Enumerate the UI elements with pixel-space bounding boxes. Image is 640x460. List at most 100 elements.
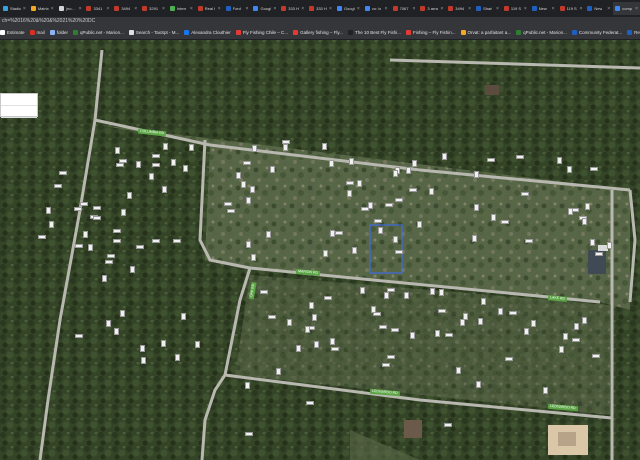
browser-tab[interactable]: 333 H ×: [279, 2, 306, 15]
browser-tab[interactable]: Stadiu ×: [1, 2, 28, 15]
browser-tab[interactable]: Interr ×: [168, 2, 195, 15]
parcel-number-tag[interactable]: [245, 381, 251, 389]
bookmark-item[interactable]: qPublic.net - Marion...: [516, 30, 567, 35]
close-tab-icon[interactable]: ×: [106, 6, 109, 12]
parcel-number-tag[interactable]: [112, 228, 121, 233]
parcel-number-tag[interactable]: [386, 355, 395, 360]
close-tab-icon[interactable]: ×: [246, 6, 249, 12]
bookmark-item[interactable]: RealForeclose - Mari...: [627, 30, 640, 35]
parcel-number-tag[interactable]: [444, 333, 453, 338]
bookmark-item[interactable]: Fishing – Fly Fishin...: [406, 30, 456, 35]
parcel-number-tag[interactable]: [595, 251, 604, 256]
parcel-number-tag[interactable]: [74, 207, 83, 212]
bookmark-item[interactable]: Community Federat...: [571, 30, 622, 35]
parcel-number-tag[interactable]: [572, 337, 581, 342]
parcel-number-tag[interactable]: [382, 363, 391, 368]
parcel-number-tag[interactable]: [351, 246, 357, 254]
bookmark-item[interactable]: The 10 Best Fly Fishi...: [348, 30, 401, 35]
parcel-number-tag[interactable]: [416, 220, 422, 228]
parcel-number-tag[interactable]: [135, 245, 144, 250]
parcel-number-tag[interactable]: [114, 146, 120, 154]
parcel-number-tag[interactable]: [490, 214, 496, 222]
parcel-number-tag[interactable]: [523, 327, 529, 335]
parcel-number-tag[interactable]: [314, 340, 320, 348]
parcel-number-tag[interactable]: [48, 221, 54, 229]
parcel-number-tag[interactable]: [244, 432, 253, 437]
browser-tab[interactable]: 3494 ×: [112, 2, 139, 15]
browser-tab[interactable]: 3494 ×: [446, 2, 473, 15]
parcel-number-tag[interactable]: [455, 367, 461, 374]
parcel-number-tag[interactable]: [93, 215, 102, 220]
parcel-number-tag[interactable]: [374, 218, 383, 223]
parcel-number-tag[interactable]: [119, 158, 128, 163]
bookmark-item[interactable]: Orvat: a parfaitant a...: [460, 30, 511, 35]
parcel-number-tag[interactable]: [501, 220, 510, 225]
browser-tab[interactable]: Matrix ×: [29, 2, 56, 15]
bookmark-item[interactable]: mail: [29, 30, 45, 35]
parcel-number-tag[interactable]: [585, 202, 591, 210]
parcel-number-tag[interactable]: [405, 167, 411, 175]
close-tab-icon[interactable]: ×: [385, 6, 388, 12]
parcel-number-tag[interactable]: [119, 310, 125, 318]
parcel-number-tag[interactable]: [404, 292, 410, 300]
parcel-number-tag[interactable]: [149, 172, 155, 180]
parcel-number-tag[interactable]: [151, 239, 160, 244]
parcel-number-tag[interactable]: [475, 380, 481, 388]
browser-tab[interactable]: 119 S ×: [502, 2, 529, 15]
parcel-number-tag[interactable]: [195, 341, 201, 349]
browser-tab[interactable]: Googl ×: [251, 2, 278, 15]
parcel-number-tag[interactable]: [412, 160, 418, 168]
parcel-number-tag[interactable]: [259, 290, 268, 295]
parcel-number-tag[interactable]: [151, 154, 160, 159]
parcel-number-tag[interactable]: [394, 249, 403, 254]
bookmark-item[interactable]: Estimate: [0, 30, 25, 35]
parcel-number-tag[interactable]: [442, 153, 448, 161]
close-tab-icon[interactable]: ×: [496, 6, 499, 12]
parcel-number-tag[interactable]: [330, 338, 336, 346]
close-tab-icon[interactable]: ×: [218, 6, 221, 12]
parcel-number-tag[interactable]: [521, 191, 530, 196]
close-tab-icon[interactable]: ×: [357, 6, 360, 12]
parcel-number-tag[interactable]: [567, 166, 573, 174]
parcel-number-tag[interactable]: [242, 161, 251, 166]
parcel-number-tag[interactable]: [152, 162, 161, 167]
parcel-number-tag[interactable]: [304, 326, 310, 334]
parcel-number-tag[interactable]: [384, 292, 390, 300]
parcel-number-tag[interactable]: [53, 184, 62, 189]
address-bar[interactable]: ch=%2016%20&%20&%2021%20%20DC: [0, 17, 640, 26]
parcel-number-tag[interactable]: [472, 235, 478, 243]
parcel-number-tag[interactable]: [328, 159, 334, 167]
parcel-number-tag[interactable]: [384, 203, 393, 208]
parcel-number-tag[interactable]: [348, 157, 354, 165]
parcel-number-tag[interactable]: [606, 241, 612, 249]
parcel-number-tag[interactable]: [249, 186, 255, 194]
parcel-number-tag[interactable]: [386, 287, 395, 292]
parcel-number-tag[interactable]: [370, 306, 376, 314]
parcel-number-tag[interactable]: [58, 171, 67, 176]
close-tab-icon[interactable]: ×: [23, 6, 26, 12]
parcel-number-tag[interactable]: [79, 201, 88, 206]
parcel-number-tag[interactable]: [562, 333, 568, 341]
parcel-number-tag[interactable]: [312, 314, 318, 322]
parcel-number-tag[interactable]: [281, 140, 290, 145]
parcel-number-tag[interactable]: [170, 159, 176, 167]
parcel-number-tag[interactable]: [106, 319, 112, 327]
parcel-number-tag[interactable]: [360, 286, 366, 294]
parcel-number-tag[interactable]: [101, 274, 107, 282]
parcel-number-tag[interactable]: [556, 156, 562, 164]
parcel-number-tag[interactable]: [590, 238, 596, 246]
parcel-number-tag[interactable]: [474, 203, 480, 211]
parcel-number-tag[interactable]: [163, 143, 169, 151]
parcel-number-tag[interactable]: [504, 357, 513, 362]
bookmark-item[interactable]: folder: [49, 30, 68, 35]
parcel-number-tag[interactable]: [161, 339, 167, 347]
parcel-number-tag[interactable]: [573, 323, 579, 331]
bookmark-item[interactable]: Alexandra Clouthier: [184, 30, 231, 35]
parcel-number-tag[interactable]: [236, 172, 242, 180]
parcel-number-tag[interactable]: [334, 230, 343, 235]
close-tab-icon[interactable]: ×: [329, 6, 332, 12]
parcel-number-tag[interactable]: [305, 400, 314, 405]
parcel-number-tag[interactable]: [75, 243, 83, 248]
parcel-number-tag[interactable]: [267, 314, 276, 319]
parcel-number-tag[interactable]: [83, 231, 89, 239]
